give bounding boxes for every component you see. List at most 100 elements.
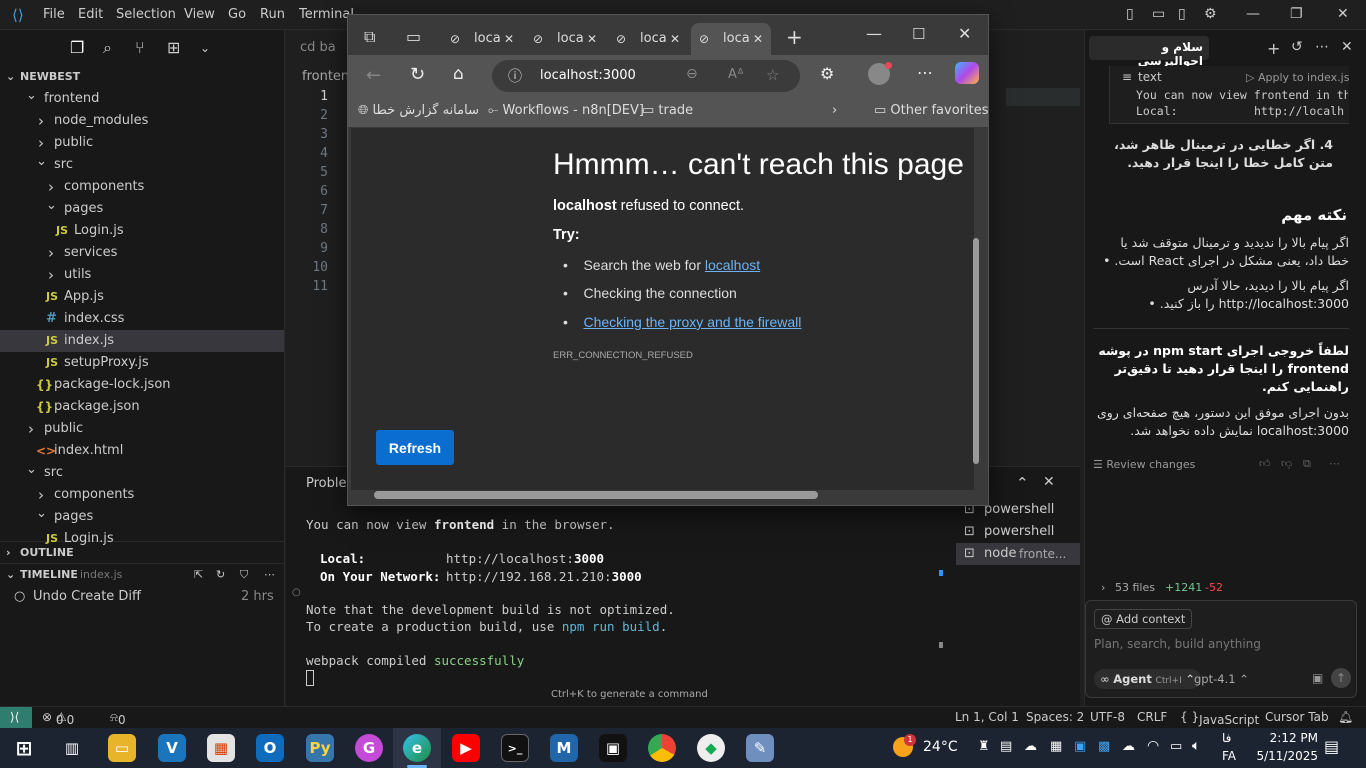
indentation[interactable]: Spaces: 2	[1026, 710, 1084, 724]
paint-icon[interactable]: ✎	[746, 734, 774, 762]
close-icon[interactable]: ✕	[958, 24, 971, 43]
menu-terminal[interactable]: Terminal	[299, 7, 354, 22]
tree-item[interactable]: JS Login.js	[0, 528, 284, 550]
tree-item[interactable]: › components	[0, 176, 284, 198]
new-tab-icon[interactable]: +	[786, 25, 803, 49]
toggle-panel-icon[interactable]: ▭	[1152, 6, 1165, 22]
reload-icon[interactable]: ↻	[410, 64, 425, 85]
browser-tab[interactable]: ⊘ loca ✕	[691, 23, 771, 55]
tree-item[interactable]: › utils	[0, 264, 284, 286]
cursor-tab[interactable]: Cursor Tab	[1265, 710, 1329, 724]
minimize-icon[interactable]: —	[1246, 6, 1260, 22]
vertical-scrollbar[interactable]	[973, 238, 979, 464]
filter-icon[interactable]: ⛉	[240, 564, 248, 586]
close-icon[interactable]: ✕	[1341, 39, 1353, 55]
extensions-icon[interactable]: ⊞	[167, 38, 180, 57]
clock-time[interactable]: 2:12 PM	[1258, 731, 1318, 745]
edge-icon[interactable]: e	[403, 734, 431, 762]
chevron-down-icon[interactable]: ⌄	[200, 41, 210, 55]
toggle-secondary-sidebar-icon[interactable]: ▯	[1178, 6, 1186, 22]
tree-item[interactable]: › public	[0, 418, 284, 440]
horizontal-scrollbar[interactable]	[374, 491, 818, 499]
menu-file[interactable]: File	[43, 7, 65, 22]
menu-go[interactable]: Go	[228, 7, 246, 22]
refresh-icon[interactable]: ↻	[216, 564, 225, 586]
home-icon[interactable]: ⌂	[453, 64, 464, 84]
youtube-icon[interactable]: ▶	[452, 734, 480, 762]
tree-item[interactable]: JS App.js	[0, 286, 284, 308]
other-favorites[interactable]: ▭ Other favorites	[874, 103, 988, 118]
outlook-icon[interactable]: O	[256, 734, 284, 762]
editor-tab[interactable]: cd ba	[300, 40, 336, 55]
breadcrumb[interactable]: fronten	[302, 69, 349, 84]
more-icon[interactable]: ⋯	[1329, 457, 1340, 470]
copy-icon[interactable]: ⧉	[1303, 457, 1311, 471]
favorite-star-icon[interactable]: ☆	[766, 66, 779, 84]
terminal-network-url[interactable]: http://192.168.21.210:3000	[446, 569, 642, 584]
tree-item[interactable]: › node_modules	[0, 110, 284, 132]
explorer-icon[interactable]: ❐	[70, 38, 84, 57]
copilot-icon[interactable]	[955, 62, 979, 84]
tab-actions-icon[interactable]: ▭	[406, 27, 421, 46]
address-bar[interactable]: ⓘ localhost:3000 ⊖ Aᐞ ☆	[492, 60, 800, 92]
terminal-local-url[interactable]: http://localhost:3000	[446, 551, 604, 566]
tree-item[interactable]: ⌄ src	[0, 462, 284, 484]
tree-item[interactable]: ⌄ src	[0, 154, 284, 176]
timeline-section[interactable]: ⌄ TIMELINE index.js ⇱ ↻ ⛉ ⋯	[0, 563, 284, 585]
workspaces-icon[interactable]: ⧉	[364, 27, 375, 47]
end-of-line[interactable]: CRLF	[1137, 710, 1167, 724]
menu-selection[interactable]: Selection	[116, 7, 176, 22]
browser-tab[interactable]: ⊘ loca ✕	[608, 23, 688, 55]
terminal-session[interactable]: ⊡ node fronte...	[956, 543, 1080, 565]
menu-view[interactable]: View	[184, 7, 215, 22]
back-icon[interactable]: ←	[366, 65, 381, 86]
tree-item[interactable]: JS Login.js	[0, 220, 284, 242]
pin-icon[interactable]: ⇱	[194, 564, 203, 586]
tree-item[interactable]: <> index.html	[0, 440, 284, 462]
read-aloud-icon[interactable]: Aᐞ	[728, 67, 744, 82]
info-icon[interactable]: ⓘ	[508, 66, 522, 86]
terminal-icon[interactable]: >_	[501, 734, 529, 762]
agent-mode-selector[interactable]: ∞ Agent Ctrl+I ⌃	[1094, 669, 1202, 689]
new-chat-icon[interactable]: +	[1267, 39, 1280, 58]
refresh-button[interactable]: Refresh	[376, 430, 454, 465]
minimize-icon[interactable]: —	[866, 24, 882, 43]
restore-icon[interactable]: ❐	[1290, 6, 1303, 22]
toggle-sidebar-icon[interactable]: ▯	[1126, 6, 1134, 22]
cursor-position[interactable]: Ln 1, Col 1	[955, 710, 1019, 724]
chrome-icon[interactable]	[648, 734, 676, 762]
review-changes[interactable]: ☰ Review changes	[1093, 458, 1195, 471]
close-tab-icon[interactable]: ✕	[504, 23, 514, 55]
menu-run[interactable]: Run	[260, 7, 285, 22]
remote-indicator[interactable]: ⟩⟨	[0, 707, 32, 729]
app-icon[interactable]: G	[355, 734, 383, 762]
browser-tab[interactable]: ⊘ loca ✕	[525, 23, 605, 55]
model-selector[interactable]: gpt-4.1 ⌃	[1194, 672, 1249, 686]
browser-tab[interactable]: ⊘ loca ✕	[442, 23, 522, 55]
close-icon[interactable]: ✕	[1337, 6, 1349, 22]
tray-app-icon[interactable]: ☁	[1024, 739, 1037, 754]
apply-button[interactable]: ▷ Apply to index.js	[1246, 71, 1349, 84]
thumbs-up-icon[interactable]: 👍︎	[1259, 457, 1271, 470]
source-control-icon[interactable]: ⑂	[135, 38, 145, 57]
tree-item[interactable]: {} package.json	[0, 396, 284, 418]
more-icon[interactable]: ⋯	[917, 63, 933, 82]
task-view-icon[interactable]: ▥	[58, 734, 86, 762]
volume-icon[interactable]: 🔈︎	[1192, 738, 1200, 754]
chat-input-box[interactable]: @ Add context Plan, search, build anythi…	[1085, 600, 1357, 698]
history-icon[interactable]: ↺	[1291, 39, 1303, 55]
notifications-icon[interactable]: 🔔︎	[1338, 710, 1353, 724]
file-explorer-icon[interactable]: ▭	[108, 734, 136, 762]
maximize-panel-icon[interactable]: ⌃	[1016, 474, 1029, 492]
tree-item[interactable]: ⌄ frontend	[0, 88, 284, 110]
close-tab-icon[interactable]: ✕	[753, 23, 763, 55]
tray-app-icon[interactable]: ♜	[978, 739, 990, 754]
timeline-entry[interactable]: ○ Undo Create Diff 2 hrs	[0, 586, 284, 608]
tray-app-icon[interactable]: ▩	[1098, 739, 1110, 754]
add-context-button[interactable]: @ Add context	[1094, 609, 1193, 629]
close-tab-icon[interactable]: ✕	[670, 23, 680, 55]
tray-app-icon[interactable]: ▦	[1050, 739, 1062, 754]
tree-item[interactable]: › services	[0, 242, 284, 264]
maximize-icon[interactable]: ☐	[912, 25, 925, 43]
proxy-firewall-link[interactable]: Checking the proxy and the firewall	[583, 314, 801, 330]
